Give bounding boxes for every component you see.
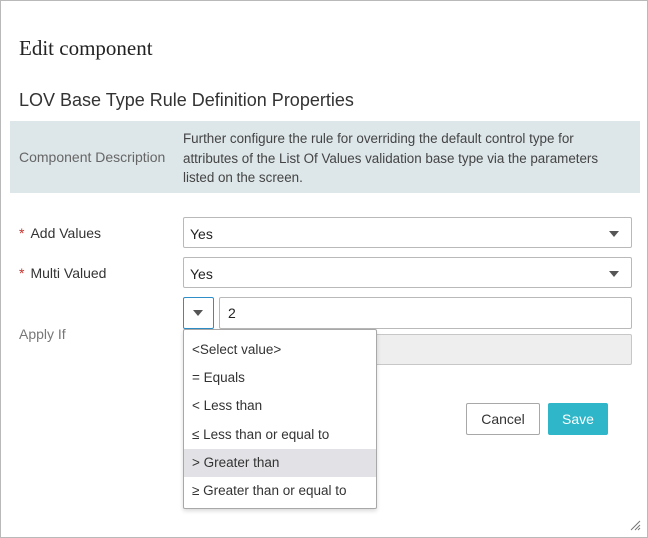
option-equals[interactable]: = Equals [184,364,376,392]
operator-select[interactable] [183,297,214,329]
dialog-title: Edit component [19,36,153,60]
add-values-selected-value: Yes [190,226,213,242]
section-title: LOV Base Type Rule Definition Properties [19,90,354,110]
component-description-label: Component Description [19,149,166,165]
component-description-text: Further configure the rule for overridin… [183,131,599,185]
multi-valued-label: * Multi Valued [19,265,106,281]
required-marker: * [19,265,25,281]
operator-dropdown-list: <Select value> = Equals < Less than ≤ Le… [183,329,377,509]
edit-component-dialog: Edit component LOV Base Type Rule Defini… [0,0,648,538]
cancel-button[interactable]: Cancel [466,403,540,435]
chevron-down-icon [609,271,619,277]
required-marker: * [19,225,25,241]
option-less-than[interactable]: < Less than [184,392,376,420]
add-values-label: * Add Values [19,225,101,241]
option-less-than-or-equal[interactable]: ≤ Less than or equal to [184,421,376,449]
apply-if-value-input[interactable]: 2 [219,297,632,329]
option-select-value[interactable]: <Select value> [184,336,376,364]
multi-valued-label-text: Multi Valued [30,265,107,281]
add-values-select[interactable]: Yes [183,217,632,248]
apply-if-label: Apply If [19,326,66,342]
component-description-panel: Component Description Further configure … [10,121,640,193]
multi-valued-selected-value: Yes [190,266,213,282]
option-greater-than-or-equal[interactable]: ≥ Greater than or equal to [184,477,376,505]
multi-valued-select[interactable]: Yes [183,257,632,288]
chevron-down-icon [193,310,203,316]
add-values-label-text: Add Values [30,225,102,241]
chevron-down-icon [609,231,619,237]
option-greater-than[interactable]: > Greater than [184,449,376,477]
save-button[interactable]: Save [548,403,608,435]
resize-handle-icon[interactable] [629,519,641,531]
